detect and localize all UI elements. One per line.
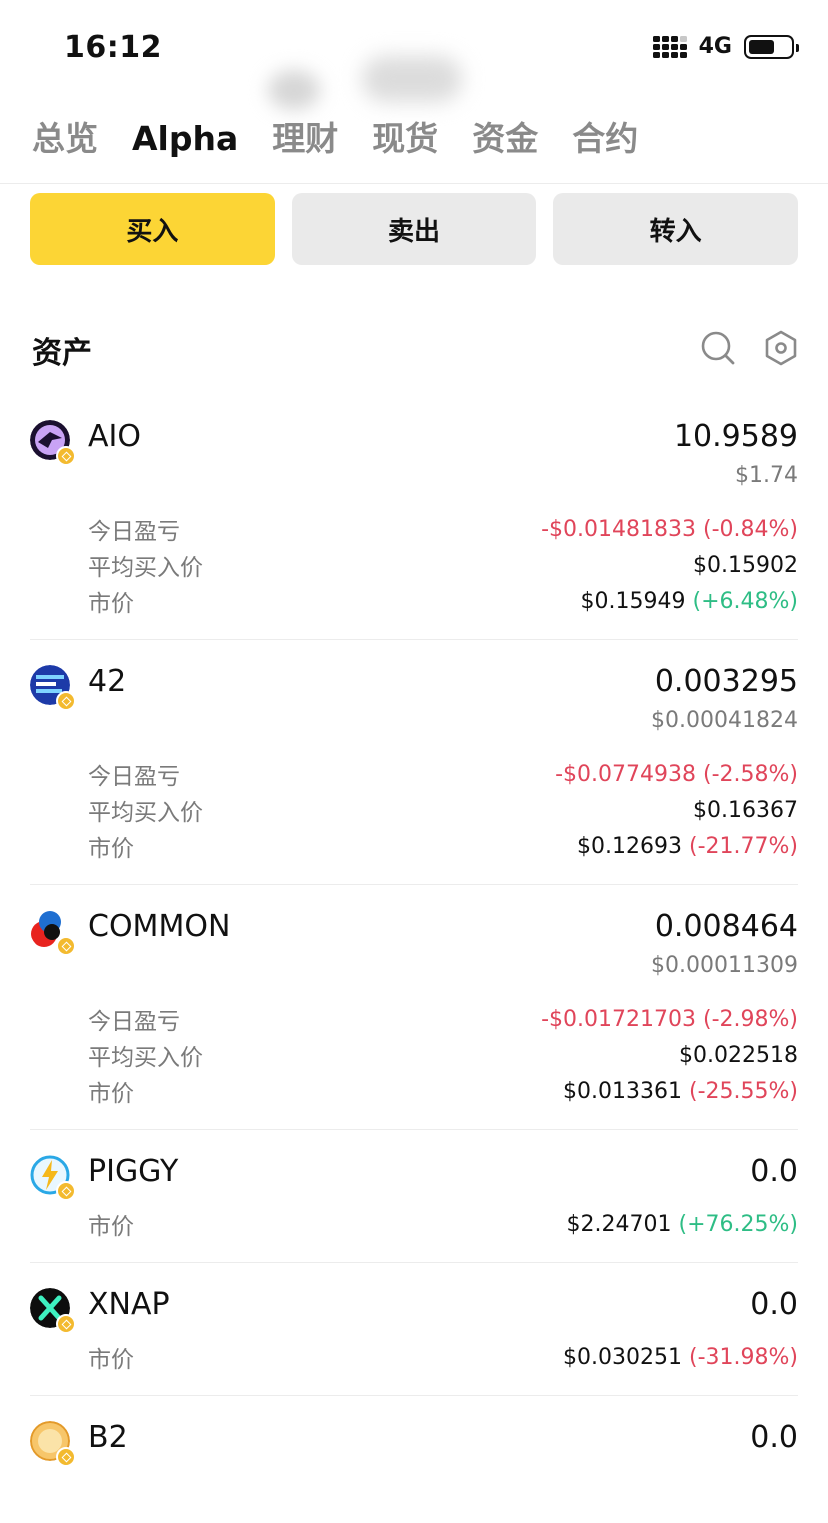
- tab-earn[interactable]: 理财: [272, 116, 338, 162]
- asset-name: AIO: [88, 419, 141, 454]
- today-pnl-label: 今日盈亏: [88, 519, 180, 545]
- tab-spot[interactable]: 现货: [372, 116, 438, 162]
- buy-button[interactable]: 买入: [30, 193, 275, 265]
- transfer-in-button[interactable]: 转入: [553, 193, 799, 265]
- asset-name: XNAP: [88, 1287, 170, 1322]
- blurred-account-name: [362, 56, 462, 102]
- asset-row-aio[interactable]: AIO 10.9589 $1.74 今日盈亏 -$0.01481833 (-0.8…: [30, 417, 798, 640]
- tab-funding[interactable]: 资金: [472, 116, 538, 162]
- asset-row-common[interactable]: COMMON 0.008464 $0.00011309 今日盈亏 -$0.0172…: [30, 907, 798, 1130]
- avg-price-label: 平均买入价: [88, 1045, 203, 1071]
- asset-name: COMMON: [88, 909, 231, 944]
- asset-amount: 0.0: [750, 1420, 798, 1455]
- aio-token-icon: [30, 420, 76, 466]
- market-price-value: $2.24701: [566, 1211, 672, 1237]
- network-type: 4G: [698, 34, 732, 59]
- tab-alpha[interactable]: Alpha: [132, 116, 238, 162]
- asset-row-xnap[interactable]: XNAP 0.0 市价 $0.030251 (-31.98%): [30, 1285, 798, 1396]
- today-pnl-label: 今日盈亏: [88, 764, 180, 790]
- asset-name: PIGGY: [88, 1154, 179, 1189]
- avg-price-value: $0.15902: [693, 552, 798, 578]
- price-change: (-31.98%): [689, 1344, 798, 1370]
- asset-row-42[interactable]: 42 0.003295 $0.00041824 今日盈亏 -$0.0774938 …: [30, 662, 798, 885]
- market-price-value: $0.013361: [563, 1078, 682, 1104]
- avg-price-value: $0.16367: [693, 797, 798, 823]
- asset-amount: 0.008464: [654, 909, 798, 944]
- 42-token-icon: [30, 665, 76, 711]
- status-indicators: 4G: [652, 34, 799, 59]
- asset-amount: 0.0: [750, 1154, 798, 1189]
- xnap-token-icon: [30, 1288, 76, 1334]
- battery-icon: [744, 34, 799, 59]
- common-token-icon: [30, 910, 76, 956]
- today-pnl-value: -$0.01481833 (-0.84%): [541, 516, 798, 542]
- asset-list: AIO 10.9589 $1.74 今日盈亏 -$0.01481833 (-0.8…: [30, 395, 798, 1468]
- tab-futures[interactable]: 合约: [572, 116, 638, 162]
- market-price-value: $0.12693: [577, 833, 682, 859]
- wallet-tabs: 总览 Alpha 理财 现货 资金 合约: [32, 116, 672, 162]
- tab-overview[interactable]: 总览: [32, 116, 98, 162]
- market-price-label: 市价: [88, 836, 134, 862]
- avg-price-value: $0.022518: [679, 1042, 798, 1068]
- today-pnl-value: -$0.0774938 (-2.58%): [555, 761, 798, 787]
- asset-amount: 0.003295: [654, 664, 798, 699]
- avg-price-label: 平均买入价: [88, 800, 203, 826]
- today-pnl-label: 今日盈亏: [88, 1009, 180, 1035]
- tabs-divider: [0, 183, 828, 184]
- b2-token-icon: [30, 1421, 76, 1467]
- cellular-signal-icon: [652, 35, 687, 58]
- market-price-label: 市价: [88, 1214, 134, 1240]
- asset-value: $1.74: [735, 463, 798, 488]
- asset-amount: 10.9589: [673, 419, 798, 454]
- price-change: (+6.48%): [692, 588, 799, 614]
- market-price-value: $0.15949: [580, 588, 686, 614]
- asset-amount: 0.0: [750, 1287, 798, 1322]
- asset-name: 42: [88, 664, 127, 699]
- piggy-token-icon: [30, 1155, 76, 1201]
- blurred-avatar: [268, 70, 320, 110]
- asset-name: B2: [88, 1420, 128, 1455]
- sell-button[interactable]: 卖出: [291, 193, 537, 265]
- market-price-label: 市价: [88, 1347, 134, 1373]
- assets-title: 资产: [32, 336, 92, 371]
- asset-row-b2[interactable]: B2 0.0: [30, 1418, 798, 1468]
- search-icon[interactable]: [700, 330, 736, 366]
- market-price-value: $0.030251: [563, 1344, 682, 1370]
- asset-row-piggy[interactable]: PIGGY 0.0 市价 $2.24701 (+76.25%): [30, 1152, 798, 1263]
- today-pnl-value: -$0.01721703 (-2.98%): [541, 1006, 798, 1032]
- price-change: (-21.77%): [689, 833, 798, 859]
- settings-hexagon-icon[interactable]: [764, 330, 798, 366]
- price-change: (-25.55%): [689, 1078, 798, 1104]
- asset-tools: [700, 330, 798, 366]
- market-price-label: 市价: [88, 1081, 134, 1107]
- avg-price-label: 平均买入价: [88, 555, 203, 581]
- action-buttons: 买入 卖出 转入: [30, 193, 799, 265]
- asset-value: $0.00011309: [651, 953, 798, 978]
- asset-value: $0.00041824: [651, 708, 798, 733]
- market-price-label: 市价: [88, 591, 134, 617]
- price-change: (+76.25%): [678, 1211, 799, 1237]
- status-time: 16:12: [64, 30, 162, 65]
